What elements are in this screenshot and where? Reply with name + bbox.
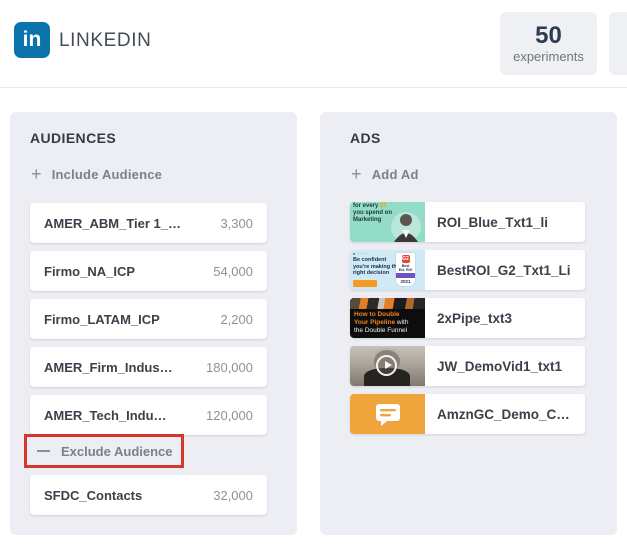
- audience-name: AMER_ABM_Tier 1_…: [44, 216, 181, 231]
- thumb-text: How to Double: [354, 311, 400, 318]
- linkedin-logo-icon: in: [14, 22, 50, 58]
- ad-name: BestROI_G2_Txt1_Li: [437, 263, 571, 278]
- thumb-text: Marketing: [353, 217, 381, 223]
- thumb-text: you're making the: [353, 264, 400, 270]
- audience-name: AMER_Firm_Indus…: [44, 360, 173, 375]
- ad-thumbnail-message: [350, 394, 425, 434]
- ad-row[interactable]: for every $1 you spend on Marketing ROI_…: [350, 202, 585, 242]
- thumb-text: the Double Funnel: [354, 327, 407, 334]
- ad-name: JW_DemoVid1_txt1: [437, 359, 562, 374]
- include-audience-label: Include Audience: [52, 167, 162, 182]
- ad-row[interactable]: JW_DemoVid1_txt1: [350, 346, 585, 386]
- experiments-stat-card: 50 experiments: [500, 12, 597, 75]
- header-divider: [0, 87, 627, 88]
- thumb-text: Be confident: [353, 257, 386, 263]
- experiments-count: 50: [535, 23, 562, 49]
- audience-row[interactable]: AMER_Firm_Indus… 180,000: [30, 347, 267, 387]
- plus-icon: +: [351, 165, 362, 183]
- audience-name: Firmo_LATAM_ICP: [44, 312, 160, 327]
- thumb-text: with: [395, 319, 408, 326]
- badge-text: Est. ROI: [399, 268, 413, 272]
- ad-name: AmznGC_Demo_C…: [437, 407, 570, 422]
- thumb-text: for every: [353, 203, 380, 209]
- ad-thumbnail-g2: ■ ········ Be confident you're making th…: [350, 250, 425, 290]
- thumb-text: you spend on: [353, 210, 392, 216]
- g2-logo: G2: [402, 255, 410, 263]
- ad-name: 2xPipe_txt3: [437, 311, 512, 326]
- audience-count: 54,000: [213, 264, 253, 279]
- audience-name: AMER_Tech_Indu…: [44, 408, 167, 423]
- ad-row[interactable]: How to Double Your Pipeline with the Dou…: [350, 298, 585, 338]
- badge-year: 2021: [400, 279, 410, 284]
- thumb-text: Your Pipeline: [354, 319, 395, 326]
- audience-count: 120,000: [206, 408, 253, 423]
- excluded-audience-row[interactable]: SFDC_Contacts 32,000: [30, 475, 267, 515]
- audience-name: Firmo_NA_ICP: [44, 264, 135, 279]
- spend-stat-card: $ c: [609, 12, 627, 75]
- include-audience-button[interactable]: + Include Audience: [31, 165, 162, 183]
- audience-row[interactable]: AMER_Tech_Indu… 120,000: [30, 395, 267, 435]
- audience-row[interactable]: Firmo_LATAM_ICP 2,200: [30, 299, 267, 339]
- ads-title: ADS: [350, 130, 381, 146]
- ads-panel: ADS + Add Ad for every $1 you spend on M…: [320, 112, 617, 535]
- audience-count: 32,000: [213, 488, 253, 503]
- thumb-text: $1: [380, 203, 387, 209]
- exclude-audience-button[interactable]: Exclude Audience: [37, 444, 173, 459]
- thumb-cta-button: [353, 280, 377, 287]
- audiences-title: AUDIENCES: [30, 130, 116, 146]
- ad-name: ROI_Blue_Txt1_li: [437, 215, 548, 230]
- audience-name: SFDC_Contacts: [44, 488, 142, 503]
- thumb-text: right decision: [353, 270, 389, 276]
- ad-thumbnail-video: [350, 346, 425, 386]
- person-photo-icon: [389, 208, 423, 242]
- ad-row[interactable]: ■ ········ Be confident you're making th…: [350, 250, 585, 290]
- minus-icon: [37, 450, 50, 453]
- ad-thumbnail-roi: for every $1 you spend on Marketing: [350, 202, 425, 242]
- audience-row[interactable]: Firmo_NA_ICP 54,000: [30, 251, 267, 291]
- page-title: LINKEDIN: [59, 30, 151, 52]
- audience-count: 2,200: [220, 312, 253, 327]
- g2-badge-icon: G2 BestEst. ROI 2021: [396, 253, 415, 286]
- plus-icon: +: [31, 165, 42, 183]
- exclude-audience-annotation: Exclude Audience: [24, 434, 184, 468]
- audience-count: 180,000: [206, 360, 253, 375]
- audiences-panel: AUDIENCES + Include Audience AMER_ABM_Ti…: [10, 112, 297, 535]
- exclude-audience-label: Exclude Audience: [61, 444, 173, 459]
- linkedin-campaign-page: in LINKEDIN 50 experiments $ c AUDIENCES…: [0, 0, 627, 557]
- experiments-label: experiments: [513, 49, 584, 64]
- add-ad-button[interactable]: + Add Ad: [351, 165, 419, 183]
- ad-thumbnail-pipeline: How to Double Your Pipeline with the Dou…: [350, 298, 425, 338]
- ad-row[interactable]: AmznGC_Demo_C…: [350, 394, 585, 434]
- audience-row[interactable]: AMER_ABM_Tier 1_… 3,300: [30, 203, 267, 243]
- chat-icon: [375, 402, 401, 426]
- add-ad-label: Add Ad: [372, 167, 419, 182]
- audience-count: 3,300: [220, 216, 253, 231]
